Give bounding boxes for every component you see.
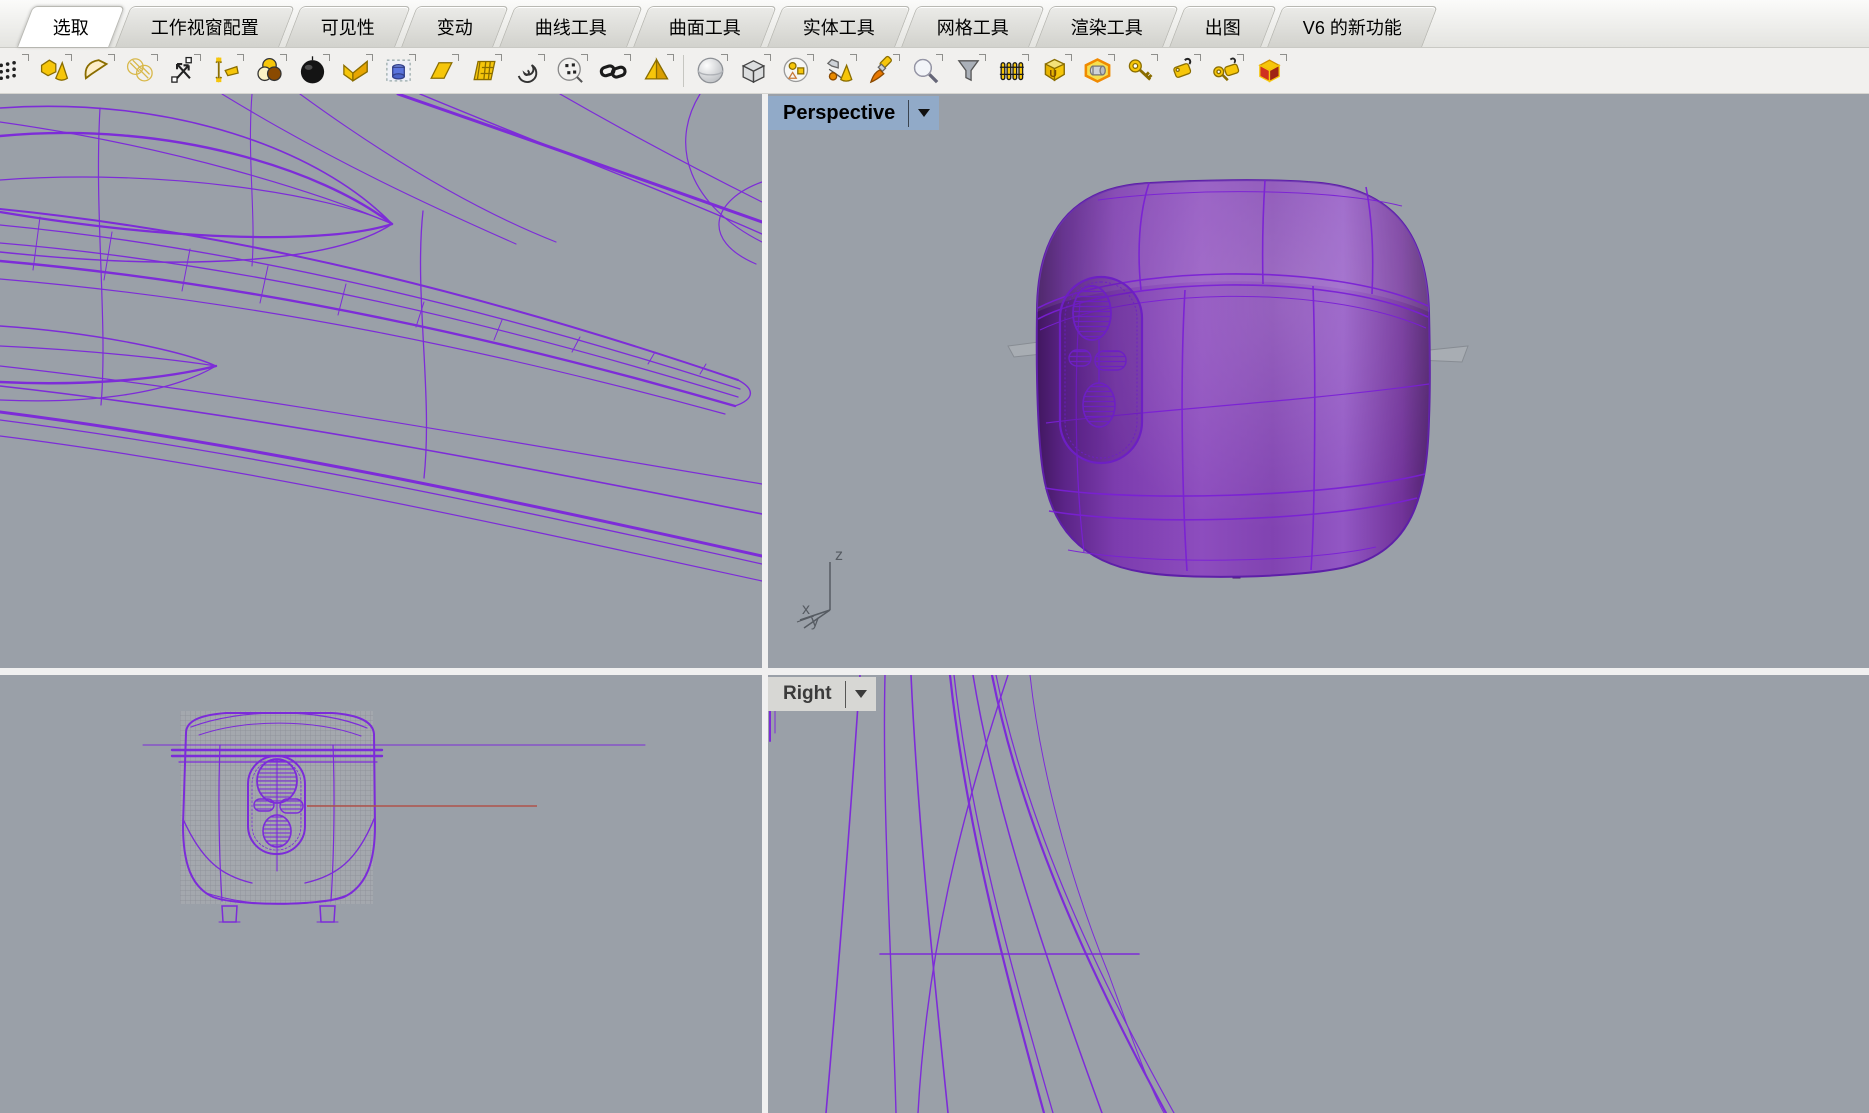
tab-7[interactable]: 网格工具 xyxy=(901,6,1045,47)
tab-0[interactable]: 选取 xyxy=(17,6,125,47)
control-panel xyxy=(1060,277,1142,463)
magnifier-icon[interactable] xyxy=(907,52,943,90)
axis-x-label: x xyxy=(802,601,810,618)
cube-drop-cone-icon[interactable] xyxy=(821,52,857,90)
plane-icon[interactable] xyxy=(423,52,459,90)
select-filter-shapes-icon[interactable] xyxy=(778,52,814,90)
viewport-perspective[interactable]: Perspective xyxy=(768,94,1869,668)
select-cube-cone-icon[interactable] xyxy=(36,52,72,90)
points-grid-icon[interactable] xyxy=(0,52,29,90)
tab-label: 变动 xyxy=(437,14,473,40)
move-arrows-icon[interactable] xyxy=(165,52,201,90)
scale-hand-icon[interactable] xyxy=(208,52,244,90)
wireframe-front-view xyxy=(0,675,762,1113)
tab-10[interactable]: V6 的新功能 xyxy=(1267,6,1438,47)
tab-1[interactable]: 工作视窗配置 xyxy=(115,6,295,47)
tab-2[interactable]: 可见性 xyxy=(285,6,411,47)
sphere-icon[interactable] xyxy=(692,52,728,90)
viewport-area: Perspective xyxy=(0,94,1869,1113)
red-box-icon[interactable] xyxy=(1251,52,1287,90)
black-sphere-icon[interactable] xyxy=(294,52,330,90)
viewport-top-left[interactable] xyxy=(0,94,762,668)
viewport-label-separator xyxy=(908,100,909,127)
chevron-down-icon[interactable] xyxy=(918,109,930,117)
tab-3[interactable]: 变动 xyxy=(401,6,509,47)
viewport-right-view[interactable]: Right xyxy=(768,675,1869,1113)
cplane-axis-gizmo: z x y xyxy=(794,544,864,632)
highlight-box-icon[interactable] xyxy=(1079,52,1115,90)
tab-bar: 选取 工作视窗配置 可见性 变动 曲线工具 曲面工具 实体工具 网格工具 渲染工具 出图 V6 的新… xyxy=(0,0,1869,48)
tab-label: 网格工具 xyxy=(937,14,1009,40)
wire-cube-icon[interactable] xyxy=(735,52,771,90)
wireframe-curves-top-left xyxy=(0,94,762,668)
lock-tag-icon[interactable] xyxy=(1165,52,1201,90)
hatch-icon[interactable] xyxy=(122,52,158,90)
tab-label: 曲线工具 xyxy=(535,14,607,40)
tab-label: 渲染工具 xyxy=(1071,14,1143,40)
tab-6[interactable]: 实体工具 xyxy=(767,6,911,47)
main-toolbar: U xyxy=(0,48,1869,94)
tab-strip: 选取 工作视窗配置 可见性 变动 曲线工具 曲面工具 实体工具 网格工具 渲染工具 出图 V6 的新… xyxy=(22,6,1433,47)
spiral-icon[interactable] xyxy=(509,52,545,90)
lasso-select-icon[interactable] xyxy=(79,52,115,90)
fence-icon[interactable] xyxy=(993,52,1029,90)
u-box-icon[interactable]: U xyxy=(1036,52,1072,90)
tab-label: 选取 xyxy=(53,14,89,40)
tab-5[interactable]: 曲面工具 xyxy=(633,6,777,47)
paintbrush-icon[interactable] xyxy=(864,52,900,90)
tab-label: 曲面工具 xyxy=(669,14,741,40)
viewport-label-perspective[interactable]: Perspective xyxy=(768,96,939,130)
extrude-solid-icon[interactable] xyxy=(380,52,416,90)
tab-label: V6 的新功能 xyxy=(1303,14,1402,40)
fold-surface-icon[interactable] xyxy=(337,52,373,90)
toolbar-divider xyxy=(683,55,684,87)
axis-z-label: z xyxy=(835,547,843,564)
viewport-label-text: Perspective xyxy=(783,102,895,125)
tab-label: 可见性 xyxy=(321,14,375,40)
wireframe-curves-right-view xyxy=(768,675,1869,1113)
tab-8[interactable]: 渲染工具 xyxy=(1035,6,1179,47)
tab-label: 实体工具 xyxy=(803,14,875,40)
select-points-icon[interactable] xyxy=(552,52,588,90)
key-icon[interactable] xyxy=(1122,52,1158,90)
shaded-model-rice-cooker xyxy=(768,94,1869,668)
tab-label: 工作视窗配置 xyxy=(151,14,259,40)
viewport-label-text: Right xyxy=(783,683,832,705)
viewport-bottom-left[interactable] xyxy=(0,675,762,1113)
tab-4[interactable]: 曲线工具 xyxy=(499,6,643,47)
key-tag-icon[interactable] xyxy=(1208,52,1244,90)
chain-links-icon[interactable] xyxy=(595,52,631,90)
color-circles-icon[interactable] xyxy=(251,52,287,90)
viewport-label-right[interactable]: Right xyxy=(768,677,876,711)
pyramid-icon[interactable] xyxy=(638,52,674,90)
svg-text:U: U xyxy=(1049,69,1056,80)
tab-9[interactable]: 出图 xyxy=(1169,6,1277,47)
axis-y-label: y xyxy=(811,613,819,630)
grid-surface-icon[interactable] xyxy=(466,52,502,90)
chevron-down-icon[interactable] xyxy=(855,690,867,698)
viewport-label-separator xyxy=(845,681,846,708)
filter-funnel-icon[interactable] xyxy=(950,52,986,90)
tab-label: 出图 xyxy=(1205,14,1241,40)
